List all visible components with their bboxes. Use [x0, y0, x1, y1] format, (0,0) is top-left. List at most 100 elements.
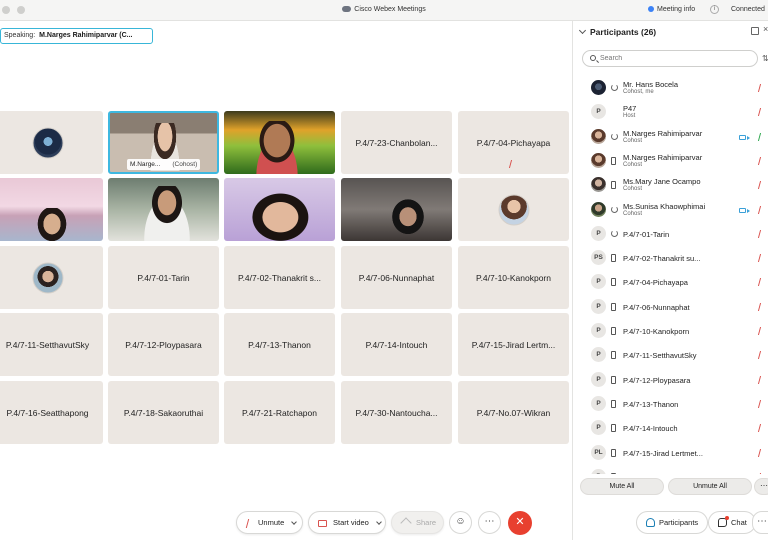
participants-header[interactable]: Participants (26) — [578, 26, 656, 37]
list-item[interactable]: Mr. Hans Bocela Cohost, me — [573, 76, 768, 100]
video-tile[interactable] — [108, 178, 219, 241]
video-tile[interactable]: P.4/7-30-Nantoucha... — [341, 381, 452, 444]
video-tile[interactable] — [341, 178, 452, 241]
avatar: P — [591, 104, 606, 120]
microphone-muted-icon[interactable] — [757, 278, 765, 287]
participant-list: Mr. Hans Bocela Cohost, me P P47 Host M.Narge… — [573, 76, 768, 474]
list-item[interactable]: P P.4/7-13-Thanon — [573, 392, 768, 416]
avatar: P — [591, 347, 606, 363]
video-tile[interactable]: P.4/7-02-Thanakrit s... — [224, 246, 335, 309]
close-icon[interactable]: × — [763, 24, 768, 34]
reactions-button[interactable]: ☺ — [449, 511, 472, 534]
video-tile[interactable]: P.4/7-21-Ratchapon — [224, 381, 335, 444]
list-item[interactable]: M.Narges Rahimiparvar Cohost — [573, 125, 768, 149]
microphone-muted-icon[interactable] — [757, 472, 765, 474]
list-item[interactable]: P P.4/7-12-Ploypasara — [573, 368, 768, 392]
list-item[interactable]: P P.4/7-10-Kanokporn — [573, 319, 768, 343]
microphone-muted-icon[interactable] — [757, 424, 765, 433]
popout-icon[interactable] — [751, 27, 759, 35]
list-item[interactable]: Ms.Sunisa Khaowphimai Cohost — [573, 198, 768, 222]
microphone-muted-icon[interactable] — [757, 229, 765, 238]
more-options-button[interactable]: ⋯ — [478, 511, 501, 534]
list-item[interactable]: P P.4/7-16-Seatthapong — [573, 465, 768, 474]
microphone-muted-icon[interactable] — [757, 399, 765, 408]
video-tile[interactable]: P.4/7-18-Sakaoruthai — [108, 381, 219, 444]
participant-role: Host — [623, 113, 636, 120]
video-tile[interactable] — [224, 178, 335, 241]
camera-icon[interactable] — [739, 134, 750, 140]
video-tile[interactable]: P.4/7-06-Nunnaphat — [341, 246, 452, 309]
participants-tab[interactable]: Participants — [636, 511, 708, 534]
list-item[interactable]: P P.4/7-11-SetthavutSky — [573, 343, 768, 367]
participant-name: P.4/7-02-Thanakrit su... — [623, 254, 701, 264]
tile-name: P.4/7-12-Ploypasara — [125, 339, 202, 350]
mute-all-button[interactable]: Mute All — [580, 478, 664, 495]
tile-name: P.4/7-18-Sakaoruthai — [123, 407, 204, 418]
video-tile[interactable]: P.4/7-No.07-Wikran — [458, 381, 569, 444]
microphone-muted-icon[interactable] — [757, 448, 765, 457]
camera-icon[interactable] — [739, 207, 750, 213]
participant-role: Cohost — [623, 210, 643, 217]
search-input[interactable] — [600, 53, 750, 64]
avatar — [591, 128, 606, 144]
sort-icon[interactable]: ⇅ — [762, 54, 768, 63]
participants-panel: Participants (26) × ⇅ Mr. Hans BocelaCoh… — [572, 21, 768, 540]
video-tile[interactable]: P.4/7-10-Kanokporn — [458, 246, 569, 309]
list-item[interactable]: P P47 Host — [573, 100, 768, 124]
microphone-muted-icon[interactable] — [757, 156, 765, 165]
list-item[interactable]: M.Narges Rahimiparvar Cohost — [573, 149, 768, 173]
microphone-muted-icon[interactable] — [757, 205, 765, 214]
chat-tab[interactable]: Chat — [708, 511, 756, 534]
chevron-down-icon[interactable] — [376, 519, 382, 525]
video-tile[interactable]: P.4/7-11-SetthavutSky — [0, 313, 103, 376]
video-tile[interactable]: P.4/7-23-Chanbolan... — [341, 111, 452, 174]
microphone-icon[interactable] — [757, 132, 765, 141]
panel-more-button[interactable]: ⋯ — [754, 478, 768, 495]
meeting-info-button[interactable]: Meeting info — [648, 6, 695, 13]
participant-role: Cohost — [623, 186, 643, 193]
video-tile[interactable]: P.4/7-12-Ploypasara — [108, 313, 219, 376]
video-tile[interactable] — [458, 178, 569, 241]
chevron-down-icon[interactable] — [291, 519, 298, 525]
video-tile[interactable] — [0, 178, 103, 241]
microphone-muted-icon[interactable] — [757, 84, 765, 92]
list-item[interactable]: PS P.4/7-02-Thanakrit su... — [573, 246, 768, 270]
microphone-muted-icon[interactable] — [757, 351, 765, 360]
video-tile[interactable] — [224, 111, 335, 174]
list-item[interactable]: P P.4/7-06-Nunnaphat — [573, 295, 768, 319]
video-tile[interactable]: P.4/7-13-Thanon — [224, 313, 335, 376]
video-tile[interactable]: P.4/7-15-Jirad Lertm... — [458, 313, 569, 376]
tile-name: P.4/7-06-Nunnaphat — [358, 272, 435, 283]
video-tile[interactable]: P.4/7-16-Seatthapong — [0, 381, 103, 444]
tile-name: P.4/7-16-Seatthapong — [6, 407, 89, 418]
video-tile[interactable]: P.4/7-04-Pichayapa — [458, 111, 569, 174]
microphone-muted-icon[interactable] — [757, 327, 765, 335]
participant-name: P.4/7-11-SetthavutSky — [623, 351, 697, 361]
end-call-button[interactable]: ✕ — [508, 511, 532, 535]
participant-video — [385, 196, 431, 241]
microphone-muted-icon[interactable] — [757, 302, 765, 311]
list-item[interactable]: PL P.4/7-15-Jirad Lertmet... — [573, 441, 768, 465]
start-video-button[interactable]: Start video — [308, 511, 386, 534]
video-tile[interactable]: P.4/7-01-Tarin — [108, 246, 219, 309]
list-item[interactable]: P P.4/7-04-Pichayapa — [573, 270, 768, 294]
microphone-muted-icon[interactable] — [757, 375, 765, 384]
list-item[interactable]: P P.4/7-01-Tarin — [573, 222, 768, 246]
shield-icon[interactable]: i — [710, 5, 719, 14]
share-button[interactable]: Share — [391, 511, 444, 534]
list-item[interactable]: Ms.Mary Jane Ocampo Cohost — [573, 173, 768, 197]
microphone-muted-icon[interactable] — [757, 254, 765, 263]
microphone-muted-icon[interactable] — [757, 181, 765, 190]
video-tile[interactable]: M.Narge... (Cohost) — [108, 111, 219, 174]
connection-status: Connected — [731, 6, 765, 13]
microphone-muted-icon[interactable] — [757, 108, 765, 117]
phone-icon — [611, 254, 616, 263]
list-item[interactable]: P P.4/7-14-Intouch — [573, 416, 768, 440]
video-tile[interactable] — [0, 111, 103, 174]
unmute-all-button[interactable]: Unmute All — [668, 478, 752, 495]
video-tile[interactable]: P.4/7-14-Intouch — [341, 313, 452, 376]
tabs-more-button[interactable]: ⋯ — [752, 511, 768, 534]
video-tile[interactable] — [0, 246, 103, 309]
unmute-button[interactable]: Unmute — [236, 511, 303, 534]
search-box[interactable] — [582, 50, 758, 67]
